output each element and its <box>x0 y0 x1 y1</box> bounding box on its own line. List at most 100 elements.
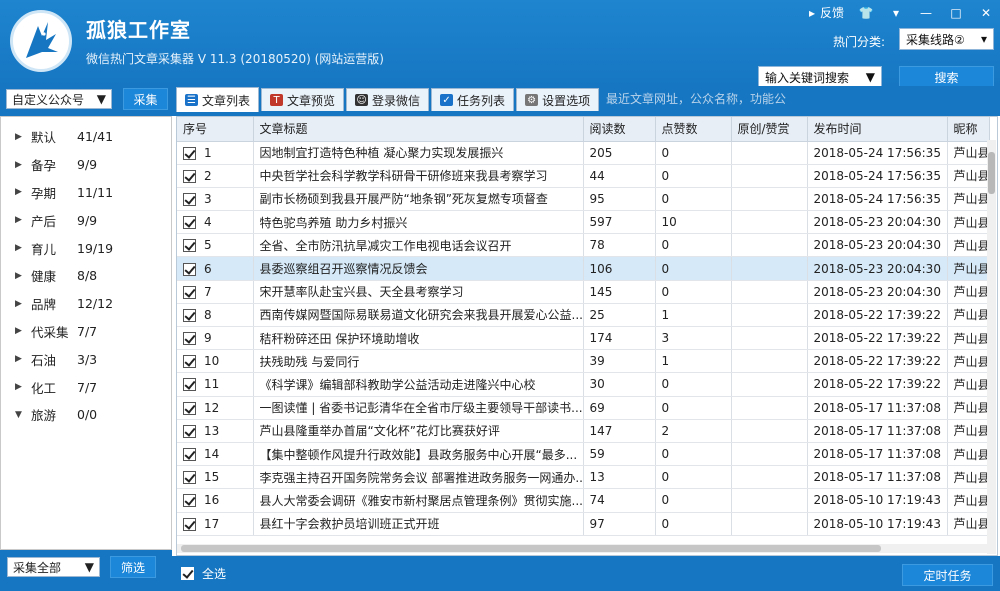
table-cell: 2018-05-24 17:56:35 <box>807 164 948 188</box>
select-all-checkbox[interactable]: 全选 <box>181 565 226 582</box>
feedback-link[interactable]: ▸ 反馈 <box>804 4 844 21</box>
expand-right-icon[interactable]: ▶ <box>15 299 31 309</box>
account-type-select[interactable]: 自定义公众号 ▼ <box>6 89 112 109</box>
play-arrow-icon: ▸ <box>808 6 815 20</box>
table-row[interactable]: 7 宋开慧率队赴宝兴县、天全县考察学习 145 0 2018-05-23 20:04:3… <box>177 280 990 304</box>
tree-item[interactable]: ▶ 备孕 9/9 <box>1 151 171 179</box>
tab-list[interactable]: ☰ 文章列表 <box>176 87 260 112</box>
row-checkbox[interactable] <box>183 401 196 415</box>
row-number: 16 <box>204 493 220 508</box>
cell-text: 芦山县, <box>953 262 989 277</box>
tree-item[interactable]: ▶ 化工 7/7 <box>1 373 171 401</box>
row-checkbox[interactable] <box>183 262 196 276</box>
expand-right-icon[interactable]: ▶ <box>15 243 31 253</box>
table-row[interactable]: 1 因地制宜打造特色种植 凝心聚力实现发展振兴 205 0 2018-05-24 17:… <box>177 141 990 165</box>
expand-right-icon[interactable]: ▶ <box>15 187 31 197</box>
hot-category-select[interactable]: 采集线路② ▾ <box>899 28 994 50</box>
search-button[interactable]: 搜索 <box>899 66 994 88</box>
table-row[interactable]: 6 县委巡察组召开巡察情况反馈会 106 0 2018-05-23 20:04:30 芦山… <box>177 256 990 281</box>
collect-button[interactable]: 采集 <box>123 88 168 110</box>
column-header[interactable]: 昵称 <box>947 117 990 142</box>
column-header[interactable]: 序号 <box>177 117 254 142</box>
row-checkbox[interactable] <box>183 239 196 253</box>
maximize-icon[interactable]: □ <box>948 6 964 20</box>
row-checkbox[interactable] <box>183 308 196 322</box>
tree-item[interactable]: ▶ 孕期 11/11 <box>1 179 171 207</box>
horizontal-scrollbar[interactable] <box>177 544 987 553</box>
row-checkbox[interactable] <box>183 471 196 485</box>
expand-right-icon[interactable]: ▶ <box>15 326 31 336</box>
tab-user[interactable]: ☺ 登录微信 <box>346 88 430 111</box>
expand-right-icon[interactable]: ▶ <box>15 132 31 142</box>
url-search-hint[interactable]: 最近文章网址，公众名称，功能公 <box>606 90 786 107</box>
expand-right-icon[interactable]: ▶ <box>15 271 31 281</box>
expand-right-icon[interactable]: ▶ <box>15 160 31 170</box>
table-row[interactable]: 8 西南传媒网暨国际易联易道文化研究会来我县开展爱心公益... 25 1 2018-05… <box>177 303 990 328</box>
row-checkbox[interactable] <box>183 192 196 206</box>
vertical-scrollbar[interactable] <box>987 140 996 554</box>
collect-all-select[interactable]: 采集全部 ▼ <box>7 557 100 577</box>
row-checkbox[interactable] <box>183 448 196 462</box>
row-checkbox[interactable] <box>183 378 196 392</box>
row-checkbox[interactable] <box>183 494 196 508</box>
table-row[interactable]: 13 芦山县隆重举办首届“文化杯”花灯比赛获好评 147 2 2018-05-17 11… <box>177 419 990 443</box>
table-row[interactable]: 3 副市长杨硕到我县开展严防“地条钢”死灰复燃专项督查 95 0 2018-05-24 … <box>177 187 990 212</box>
tab-task-check[interactable]: ✓ 任务列表 <box>431 88 515 111</box>
row-checkbox[interactable] <box>183 517 196 531</box>
table-cell: 10 <box>177 349 254 374</box>
menu-icon[interactable]: ▾ <box>888 6 904 20</box>
expand-right-icon[interactable]: ▶ <box>15 215 31 225</box>
cell-text: 95 <box>589 191 605 206</box>
table-row[interactable]: 12 一图读懂 | 省委书记彭清华在全省市厅级主要领导干部读书... 69 0 2018… <box>177 396 990 420</box>
column-header[interactable]: 原创/赞赏 <box>731 117 808 142</box>
tree-item[interactable]: ▶ 健康 8/8 <box>1 262 171 290</box>
table-row[interactable]: 5 全省、全市防汛抗旱减灾工作电视电话会议召开 78 0 2018-05-23 20:0… <box>177 233 990 258</box>
row-checkbox[interactable] <box>183 355 196 369</box>
table-row[interactable]: 10 扶残助残 与爱同行 39 1 2018-05-22 17:39:22 芦山县, <box>177 349 990 374</box>
row-checkbox[interactable] <box>183 216 196 230</box>
tree-item[interactable]: ▶ 育儿 19/19 <box>1 234 171 262</box>
scroll-thumb[interactable] <box>181 545 881 552</box>
column-header[interactable]: 点赞数 <box>655 117 732 142</box>
tab-gear[interactable]: ⚙ 设置选项 <box>516 88 600 111</box>
column-header[interactable]: 阅读数 <box>583 117 656 142</box>
scroll-thumb[interactable] <box>988 152 995 194</box>
row-checkbox[interactable] <box>183 424 196 438</box>
table-row[interactable]: 16 县人大常委会调研《雅安市新村聚居点管理条例》贯彻实施... 74 0 2018-0… <box>177 488 990 513</box>
table-row[interactable]: 15 李克强主持召开国务院常务会议 部署推进政务服务一网通办... 13 0 2018-… <box>177 465 990 490</box>
row-checkbox[interactable] <box>183 169 196 183</box>
checkbox-checked[interactable] <box>181 567 194 580</box>
shirt-icon[interactable]: 👕 <box>858 6 874 20</box>
table-cell: 0 <box>655 396 732 420</box>
expand-right-icon[interactable]: ▶ <box>15 354 31 364</box>
close-icon[interactable]: ✕ <box>978 6 994 20</box>
tab-preview[interactable]: T 文章预览 <box>261 88 345 111</box>
filter-button[interactable]: 筛选 <box>110 556 156 578</box>
cell-text: 芦山县, <box>953 447 989 462</box>
tree-item-name: 孕期 <box>31 185 57 201</box>
minimize-icon[interactable]: — <box>918 6 934 20</box>
expand-right-icon[interactable]: ▶ <box>15 382 31 392</box>
row-checkbox[interactable] <box>183 146 196 160</box>
table-row[interactable]: 9 秸秆粉碎还田 保护环境助增收 174 3 2018-05-22 17:39:22 芦山… <box>177 326 990 351</box>
column-header[interactable]: 文章标题 <box>253 117 584 142</box>
column-header[interactable]: 发布时间 <box>807 117 948 142</box>
table-row[interactable]: 4 特色驼鸟养殖 助力乡村振兴 597 10 2018-05-23 20:04:30 芦山… <box>177 210 990 235</box>
scheduled-task-button[interactable]: 定时任务 <box>902 564 993 586</box>
keyword-search-select[interactable]: 输入关键词搜索 ▼ <box>758 66 882 88</box>
tree-item[interactable]: ▶ 品牌 12/12 <box>1 290 171 318</box>
tree-item[interactable]: ▶ 代采集 7/7 <box>1 318 171 346</box>
cell-text: 25 <box>589 307 605 322</box>
row-checkbox[interactable] <box>183 332 196 346</box>
tree-item[interactable]: ▶ 默认 41/41 <box>1 123 171 151</box>
table-row[interactable]: 11 《科学课》编辑部科教助学公益活动走进隆兴中心校 30 0 2018-05-22 1… <box>177 372 990 397</box>
row-checkbox[interactable] <box>183 285 196 299</box>
table-row[interactable]: 17 县红十字会救护员培训班正式开班 97 0 2018-05-10 17:19:43 芦… <box>177 512 990 536</box>
expand-down-icon[interactable]: ▼ <box>15 410 31 420</box>
tree-item[interactable]: ▶ 产后 9/9 <box>1 206 171 234</box>
tree-item[interactable]: ▼ 旅游 0/0 <box>1 401 171 429</box>
table-row[interactable]: 14 【集中整顿作风提升行政效能】县政务服务中心开展“最多... 59 0 2018-0… <box>177 442 990 467</box>
tree-item[interactable]: ▶ 石油 3/3 <box>1 345 171 373</box>
table-cell: 中央哲学社会科学教学科研骨干研修班来我县考察学习 <box>253 164 584 188</box>
table-row[interactable]: 2 中央哲学社会科学教学科研骨干研修班来我县考察学习 44 0 2018-05-24 1… <box>177 164 990 188</box>
